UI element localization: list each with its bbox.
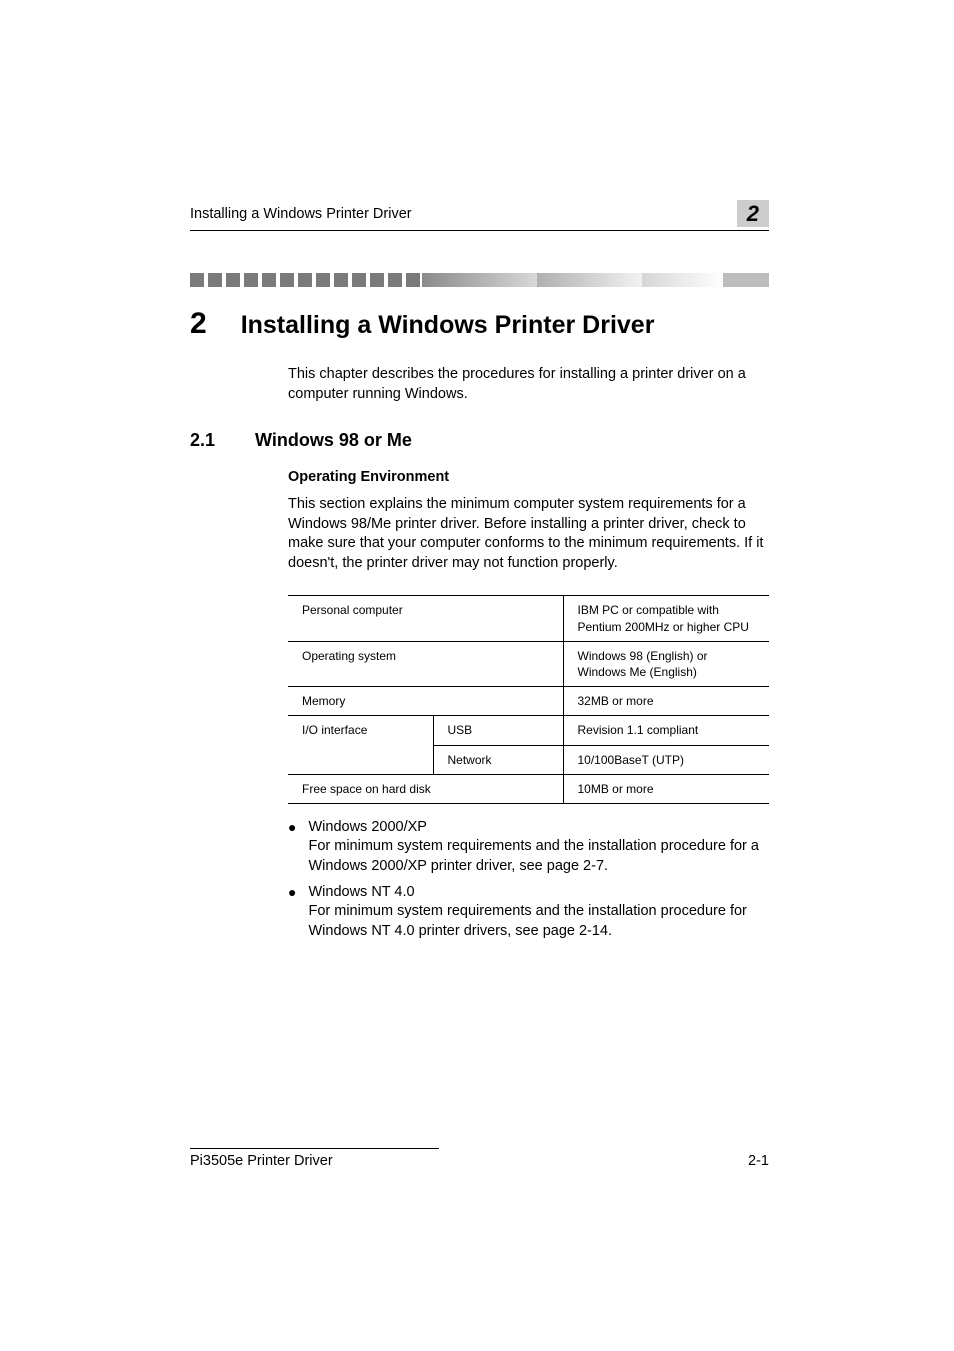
chapter-title: Installing a Windows Printer Driver xyxy=(241,311,655,340)
spec-label: Operating system xyxy=(288,641,563,686)
section-title: Windows 98 or Me xyxy=(255,430,412,451)
subheading: Operating Environment xyxy=(288,469,769,485)
table-row: Free space on hard disk 10MB or more xyxy=(288,774,769,803)
spec-sub: USB xyxy=(433,716,563,745)
footer-product: Pi3505e Printer Driver xyxy=(190,1153,333,1169)
bullet-title: Windows NT 4.0 xyxy=(308,883,769,903)
table-row: Operating system Windows 98 (English) or… xyxy=(288,641,769,686)
spec-value: Windows 98 (English) or Windows Me (Engl… xyxy=(563,641,769,686)
bullet-icon: ● xyxy=(288,818,296,877)
bullet-list: ● Windows 2000/XP For minimum system req… xyxy=(288,818,769,941)
chapter-number: 2 xyxy=(190,307,207,341)
header-rule xyxy=(190,230,769,231)
table-row: Memory 32MB or more xyxy=(288,687,769,716)
list-item: ● Windows NT 4.0 For minimum system requ… xyxy=(288,883,769,942)
spec-label: I/O interface xyxy=(288,716,433,774)
list-item: ● Windows 2000/XP For minimum system req… xyxy=(288,818,769,877)
spec-value: IBM PC or compatible with Pentium 200MHz… xyxy=(563,596,769,641)
spec-value: Revision 1.1 compliant xyxy=(563,716,769,745)
spec-label: Memory xyxy=(288,687,563,716)
bullet-text: For minimum system requirements and the … xyxy=(308,902,769,941)
environment-paragraph: This section explains the minimum comput… xyxy=(288,495,769,573)
decorative-gradient-bar xyxy=(190,273,769,287)
spec-value: 10MB or more xyxy=(563,774,769,803)
bullet-title: Windows 2000/XP xyxy=(308,818,769,838)
footer-rule xyxy=(190,1148,439,1149)
spec-label: Personal computer xyxy=(288,596,563,641)
spec-value: 10/100BaseT (UTP) xyxy=(563,745,769,774)
spec-label: Free space on hard disk xyxy=(288,774,563,803)
section-number: 2.1 xyxy=(190,430,215,451)
table-row: I/O interface USB Revision 1.1 compliant xyxy=(288,716,769,745)
spec-sub: Network xyxy=(433,745,563,774)
footer-page-number: 2-1 xyxy=(748,1153,769,1169)
table-row: Personal computer IBM PC or compatible w… xyxy=(288,596,769,641)
chapter-badge: 2 xyxy=(737,200,769,227)
running-header: Installing a Windows Printer Driver xyxy=(190,206,412,222)
bullet-icon: ● xyxy=(288,883,296,942)
bullet-text: For minimum system requirements and the … xyxy=(308,837,769,876)
spec-value: 32MB or more xyxy=(563,687,769,716)
chapter-intro: This chapter describes the procedures fo… xyxy=(288,365,769,404)
requirements-table: Personal computer IBM PC or compatible w… xyxy=(288,595,769,804)
